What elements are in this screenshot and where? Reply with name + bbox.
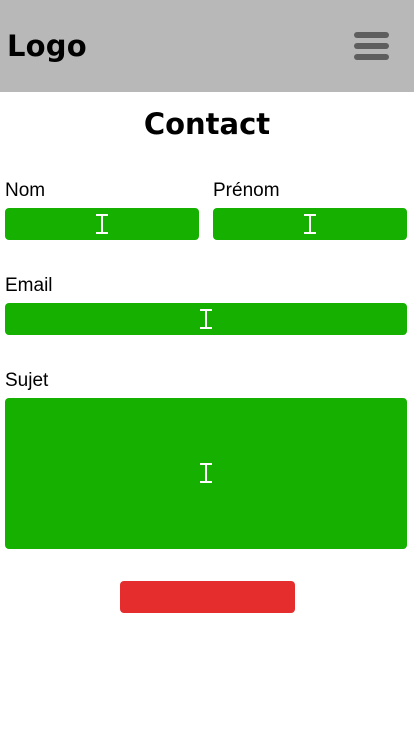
sujet-label: Sujet	[5, 370, 49, 391]
text-cursor-icon	[199, 309, 213, 329]
sujet-textarea[interactable]	[5, 398, 407, 549]
submit-button[interactable]	[120, 581, 295, 613]
nom-input[interactable]	[5, 208, 199, 240]
text-cursor-icon	[303, 214, 317, 234]
text-cursor-icon	[199, 463, 213, 483]
hamburger-menu-icon[interactable]	[354, 32, 390, 62]
header-bar: Logo	[0, 0, 414, 92]
menu-icon-bar	[354, 32, 389, 38]
nom-label: Nom	[5, 180, 46, 201]
email-input[interactable]	[5, 303, 407, 335]
menu-icon-bar	[354, 54, 389, 60]
logo[interactable]: Logo	[7, 26, 87, 66]
prenom-input[interactable]	[213, 208, 407, 240]
prenom-label: Prénom	[213, 180, 280, 201]
email-label: Email	[5, 275, 53, 296]
text-cursor-icon	[95, 214, 109, 234]
page-title: Contact	[143, 107, 271, 141]
menu-icon-bar	[354, 43, 389, 49]
